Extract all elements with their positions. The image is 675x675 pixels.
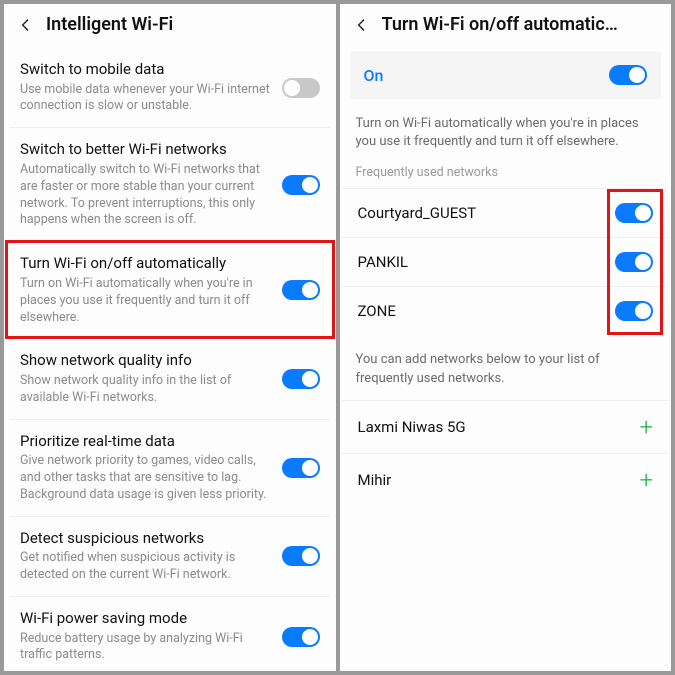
item-title: Switch to better Wi-Fi networks [20, 140, 272, 160]
toggle-switch[interactable] [282, 369, 320, 389]
header: Intelligent Wi-Fi [4, 4, 336, 47]
info-text-add: You can add networks below to your list … [340, 335, 672, 399]
item-desc: Reduce battery usage by analyzing Wi-Fi … [20, 631, 272, 665]
settings-item[interactable]: Turn Wi-Fi on/off automaticallyTurn on W… [6, 241, 334, 338]
network-name: Mihir [358, 471, 392, 489]
settings-item[interactable]: Wi-Fi power saving modeReduce battery us… [10, 596, 330, 671]
settings-item[interactable]: Switch to better Wi-Fi networksAutomatic… [10, 127, 330, 241]
page-title: Intelligent Wi-Fi [46, 14, 173, 35]
item-text: Switch to mobile dataUse mobile data whe… [20, 60, 272, 115]
item-title: Switch to mobile data [20, 60, 272, 80]
addable-networks-list: Laxmi Niwas 5G + Mihir + [340, 400, 672, 506]
network-name: Laxmi Niwas 5G [358, 418, 466, 436]
item-desc: Use mobile data whenever your Wi-Fi inte… [20, 82, 272, 116]
network-name: PANKIL [358, 253, 409, 271]
item-text: Show network quality infoShow network qu… [20, 351, 272, 406]
item-title: Detect suspicious networks [20, 529, 272, 549]
toggle-switch[interactable] [615, 252, 653, 272]
network-name: Courtyard_GUEST [358, 204, 477, 222]
master-toggle-card[interactable]: On [350, 51, 662, 99]
item-text: Wi-Fi power saving modeReduce battery us… [20, 609, 272, 664]
item-desc: Give network priority to games, video ca… [20, 453, 272, 504]
settings-item[interactable]: Switch to mobile dataUse mobile data whe… [4, 47, 336, 127]
item-desc: Turn on Wi-Fi automatically when you're … [20, 276, 272, 327]
back-icon[interactable] [354, 17, 370, 33]
frequent-networks-list: Courtyard_GUEST PANKIL ZONE [340, 188, 672, 335]
item-desc: Show network quality info in the list of… [20, 373, 272, 407]
item-title: Turn Wi-Fi on/off automatically [20, 254, 272, 274]
network-name: ZONE [358, 302, 396, 320]
plus-icon[interactable]: + [639, 415, 653, 439]
item-text: Turn Wi-Fi on/off automaticallyTurn on W… [20, 254, 272, 326]
item-title: Prioritize real-time data [20, 432, 272, 452]
info-text: Turn on Wi-Fi automatically when you're … [340, 105, 672, 163]
item-desc: Get notified when suspicious activity is… [20, 550, 272, 584]
settings-item[interactable]: Detect suspicious networksGet notified w… [10, 516, 330, 596]
network-item[interactable]: ZONE [342, 286, 670, 335]
item-desc: Automatically switch to Wi-Fi networks t… [20, 162, 272, 230]
settings-item[interactable]: Show network quality infoShow network qu… [10, 338, 330, 418]
network-item[interactable]: PANKIL [342, 237, 670, 286]
network-item[interactable]: Courtyard_GUEST [342, 188, 670, 237]
settings-screen-auto-wifi: Turn Wi-Fi on/off automatic… On Turn on … [340, 4, 672, 671]
toggle-switch[interactable] [282, 78, 320, 98]
item-title: Show network quality info [20, 351, 272, 371]
content: On Turn on Wi-Fi automatically when you'… [340, 47, 672, 671]
toggle-switch[interactable] [282, 175, 320, 195]
addable-network-item[interactable]: Mihir + [342, 453, 670, 506]
toggle-switch[interactable] [282, 546, 320, 566]
item-text: Prioritize real-time dataGive network pr… [20, 432, 272, 504]
master-toggle-label: On [364, 66, 384, 85]
page-title: Turn Wi-Fi on/off automatic… [382, 14, 618, 35]
master-toggle[interactable] [609, 65, 647, 85]
addable-network-item[interactable]: Laxmi Niwas 5G + [342, 400, 670, 453]
item-text: Switch to better Wi-Fi networksAutomatic… [20, 140, 272, 229]
toggle-switch[interactable] [282, 458, 320, 478]
back-icon[interactable] [18, 17, 34, 33]
settings-item[interactable]: Prioritize real-time dataGive network pr… [10, 419, 330, 516]
toggle-switch[interactable] [615, 203, 653, 223]
item-text: Detect suspicious networksGet notified w… [20, 529, 272, 584]
toggle-switch[interactable] [282, 280, 320, 300]
section-label-frequent: Frequently used networks [340, 163, 672, 188]
toggle-switch[interactable] [282, 627, 320, 647]
settings-screen-intelligent-wifi: Intelligent Wi-Fi Switch to mobile dataU… [4, 4, 336, 671]
settings-list: Switch to mobile dataUse mobile data whe… [4, 47, 336, 671]
toggle-switch[interactable] [615, 301, 653, 321]
plus-icon[interactable]: + [639, 468, 653, 492]
item-title: Wi-Fi power saving mode [20, 609, 272, 629]
header: Turn Wi-Fi on/off automatic… [340, 4, 672, 47]
